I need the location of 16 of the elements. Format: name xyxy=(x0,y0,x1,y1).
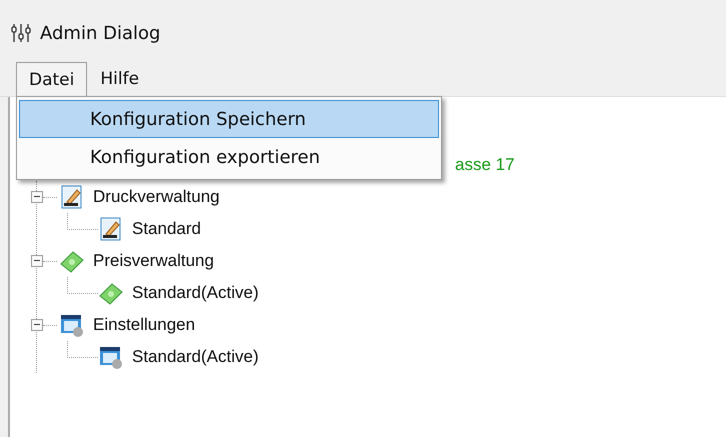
menu-option[interactable]: Konfiguration exportieren xyxy=(19,138,439,176)
tree-item-label[interactable]: Standard(Active) xyxy=(132,283,259,303)
collapse-toggle[interactable] xyxy=(31,191,43,203)
tree-item-label[interactable]: Preisverwaltung xyxy=(93,251,214,271)
tree-item-label[interactable]: Standard(Active) xyxy=(132,347,259,367)
sliders-icon xyxy=(10,22,32,44)
menu-option[interactable]: Konfiguration Speichern xyxy=(19,100,439,138)
collapse-toggle[interactable] xyxy=(31,255,43,267)
menu-item[interactable]: Datei xyxy=(16,62,88,96)
menu-item[interactable]: Hilfe xyxy=(87,62,152,96)
tree-item-label[interactable]: Standard xyxy=(132,219,201,239)
tree-item-label[interactable]: Druckverwaltung xyxy=(93,187,220,207)
collapse-toggle[interactable] xyxy=(31,319,43,331)
tree-item-label[interactable]: Einstellungen xyxy=(93,315,196,335)
window-title: Admin Dialog xyxy=(40,22,160,44)
tree-item-label: asse 17 xyxy=(455,155,515,175)
